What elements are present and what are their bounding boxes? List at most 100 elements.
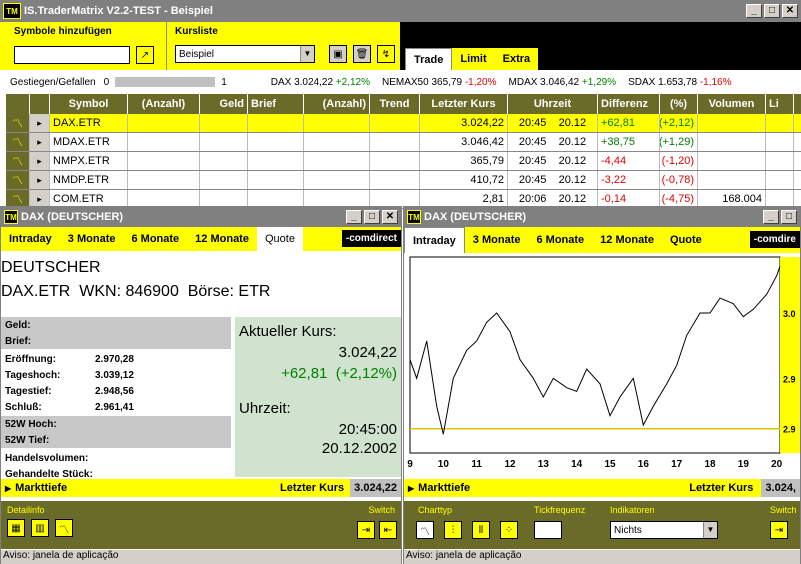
row-chart-icon[interactable]: 〽: [6, 171, 30, 189]
table-row[interactable]: 〽 ▸ NMDP.ETR 410,72 20:45 20.12 -3,22 (-0,78): [6, 171, 801, 190]
quote-minimize-button[interactable]: _: [346, 210, 362, 224]
row-expand-icon[interactable]: ▸: [30, 114, 50, 132]
chart-tab-6m[interactable]: 6 Monate: [528, 227, 592, 253]
x-tick-label: 17: [671, 459, 683, 470]
cell-symbol: NMPX.ETR: [50, 152, 128, 170]
cell-anzahl-brief: [304, 152, 370, 170]
quote-tab-intraday[interactable]: Intraday: [1, 227, 60, 251]
col-li[interactable]: Li: [766, 94, 794, 114]
kursliste-select[interactable]: Beispiel ▼: [175, 45, 315, 63]
x-tick-label: 19: [738, 459, 750, 470]
table-row[interactable]: 〽 ▸ NMPX.ETR 365,79 20:45 20.12 -4,44 (-1,20): [6, 152, 801, 171]
minimize-button[interactable]: _: [746, 4, 762, 18]
col-uhrzeit[interactable]: Uhrzeit: [508, 94, 598, 114]
row-chart-icon[interactable]: 〽: [6, 152, 30, 170]
col-geld[interactable]: Geld: [200, 94, 248, 114]
ticker-item: NEMAX50 365,79 -1,20%: [382, 77, 497, 88]
maximize-button[interactable]: □: [764, 4, 780, 18]
main-title-bar: TM IS.TraderMatrix V2.2-TEST - Beispiel …: [0, 0, 801, 22]
switch-left-icon[interactable]: ⇥: [357, 521, 375, 539]
tab-trade[interactable]: Trade: [405, 48, 453, 70]
refresh-icon[interactable]: ↯: [377, 45, 395, 63]
chart-minimize-button[interactable]: _: [763, 210, 779, 224]
quote-tab-12m[interactable]: 12 Monate: [187, 227, 257, 251]
quote-close-button[interactable]: ✕: [382, 210, 398, 224]
table-row[interactable]: 〽 ▸ DAX.ETR 3.024,22 20:45 20.12 +62,81 (+2,12…: [6, 114, 801, 133]
chart-tab-12m[interactable]: 12 Monate: [592, 227, 662, 253]
chart-maximize-button[interactable]: □: [781, 210, 797, 224]
charttyp-ohlc-icon[interactable]: ⫶: [444, 521, 462, 539]
quote-field-label: Geld:: [5, 319, 31, 331]
table-row[interactable]: 〽 ▸ MDAX.ETR 3.046,42 20:45 20.12 +38,75 (+1,2…: [6, 133, 801, 152]
x-tick-label: 10: [438, 459, 450, 470]
col-letzter-kurs[interactable]: Letzter Kurs: [420, 94, 508, 114]
quote-maximize-button[interactable]: □: [364, 210, 380, 224]
col-differenz[interactable]: Differenz: [598, 94, 660, 114]
uhrzeit-label: Uhrzeit:: [239, 400, 291, 417]
quote-field-label: Schluß:: [5, 402, 42, 413]
col-anzahl-geld[interactable]: (Anzahl): [128, 94, 200, 114]
detail-table-icon[interactable]: ▦: [7, 519, 25, 537]
x-tick-label: 9: [407, 459, 413, 470]
col-anzahl-brief[interactable]: (Anzahl): [304, 94, 370, 114]
save-icon[interactable]: ▣: [329, 45, 347, 63]
letzter-label: Letzter Kurs: [279, 482, 345, 494]
quote-tab-quote[interactable]: Quote: [256, 227, 303, 251]
symbol-input[interactable]: [14, 46, 130, 64]
detail-chart-icon[interactable]: 〽: [55, 519, 73, 537]
col-pct[interactable]: (%): [660, 94, 698, 114]
chart-tab-quote[interactable]: Quote: [662, 227, 710, 253]
chart-tab-3m[interactable]: 3 Monate: [465, 227, 529, 253]
x-tick-label: 12: [504, 459, 516, 470]
cell-brief: [248, 171, 304, 189]
ticker-change: +2,12%: [335, 76, 370, 88]
chevron-down-icon[interactable]: ▼: [300, 46, 314, 62]
letzter-value: 3.024,22: [350, 479, 401, 497]
markttiefe-bar[interactable]: ▶ Markttiefe Letzter Kurs 3.024,22: [1, 479, 401, 497]
cell-pct: (+1,29): [660, 133, 698, 151]
detail-bars-icon[interactable]: ▥: [31, 519, 49, 537]
y-axis-band: [780, 257, 800, 453]
switch-right-icon[interactable]: ⇤: [379, 521, 397, 539]
cell-volumen: [698, 133, 766, 151]
col-trend[interactable]: Trend: [370, 94, 420, 114]
charttyp-label: Charttyp: [418, 505, 453, 515]
indikatoren-chevron-icon[interactable]: ▼: [703, 522, 717, 538]
row-expand-icon[interactable]: ▸: [30, 171, 50, 189]
row-expand-icon[interactable]: ▸: [30, 133, 50, 151]
chart-switch-icon[interactable]: ⇥: [770, 521, 788, 539]
gestiegen-bar: [115, 77, 216, 87]
cell-brief: [248, 114, 304, 132]
grid-header: Symbol (Anzahl) Geld Brief (Anzahl) Tren…: [6, 94, 801, 114]
cell-anzahl-geld: [128, 152, 200, 170]
cell-anzahl-brief: [304, 114, 370, 132]
close-button[interactable]: ✕: [782, 4, 798, 18]
x-tick-label: 18: [704, 459, 716, 470]
indikatoren-select[interactable]: Nichts ▼: [610, 521, 718, 539]
quote-tab-3m[interactable]: 3 Monate: [60, 227, 124, 251]
tab-limit[interactable]: Limit: [452, 48, 495, 70]
col-volumen[interactable]: Volumen: [698, 94, 766, 114]
col-brief[interactable]: Brief: [248, 94, 304, 114]
charttyp-points-icon[interactable]: ⁘: [500, 521, 518, 539]
charttyp-candle-icon[interactable]: ⫴: [472, 521, 490, 539]
chart-tab-intraday[interactable]: Intraday: [404, 227, 465, 253]
row-chart-icon[interactable]: 〽: [6, 114, 30, 132]
trash-icon[interactable]: 🗑: [353, 45, 371, 63]
quote-tab-6m[interactable]: 6 Monate: [123, 227, 187, 251]
chart-markttiefe-bar[interactable]: ▶ Markttiefe Letzter Kurs 3.024,: [404, 479, 800, 497]
add-symbol-button[interactable]: ↗: [136, 46, 154, 64]
cell-pct: (-1,20): [660, 152, 698, 170]
row-expand-icon[interactable]: ▸: [30, 152, 50, 170]
grid-body: 〽 ▸ DAX.ETR 3.024,22 20:45 20.12 +62,81 (+2,12…: [6, 114, 801, 209]
quote-field-row: Handelsvolumen:: [1, 450, 231, 466]
charttyp-line-icon[interactable]: 〽: [416, 521, 434, 539]
markttiefe-arrow-icon: ▶: [5, 483, 12, 493]
tab-extra[interactable]: Extra: [494, 48, 539, 70]
tickfrequenz-input[interactable]: [534, 521, 562, 539]
quote-field-label: Eröffnung:: [5, 353, 57, 365]
indikatoren-label: Indikatoren: [610, 505, 655, 515]
row-chart-icon[interactable]: 〽: [6, 133, 30, 151]
cell-anzahl-brief: [304, 133, 370, 151]
col-symbol[interactable]: Symbol: [50, 94, 128, 114]
